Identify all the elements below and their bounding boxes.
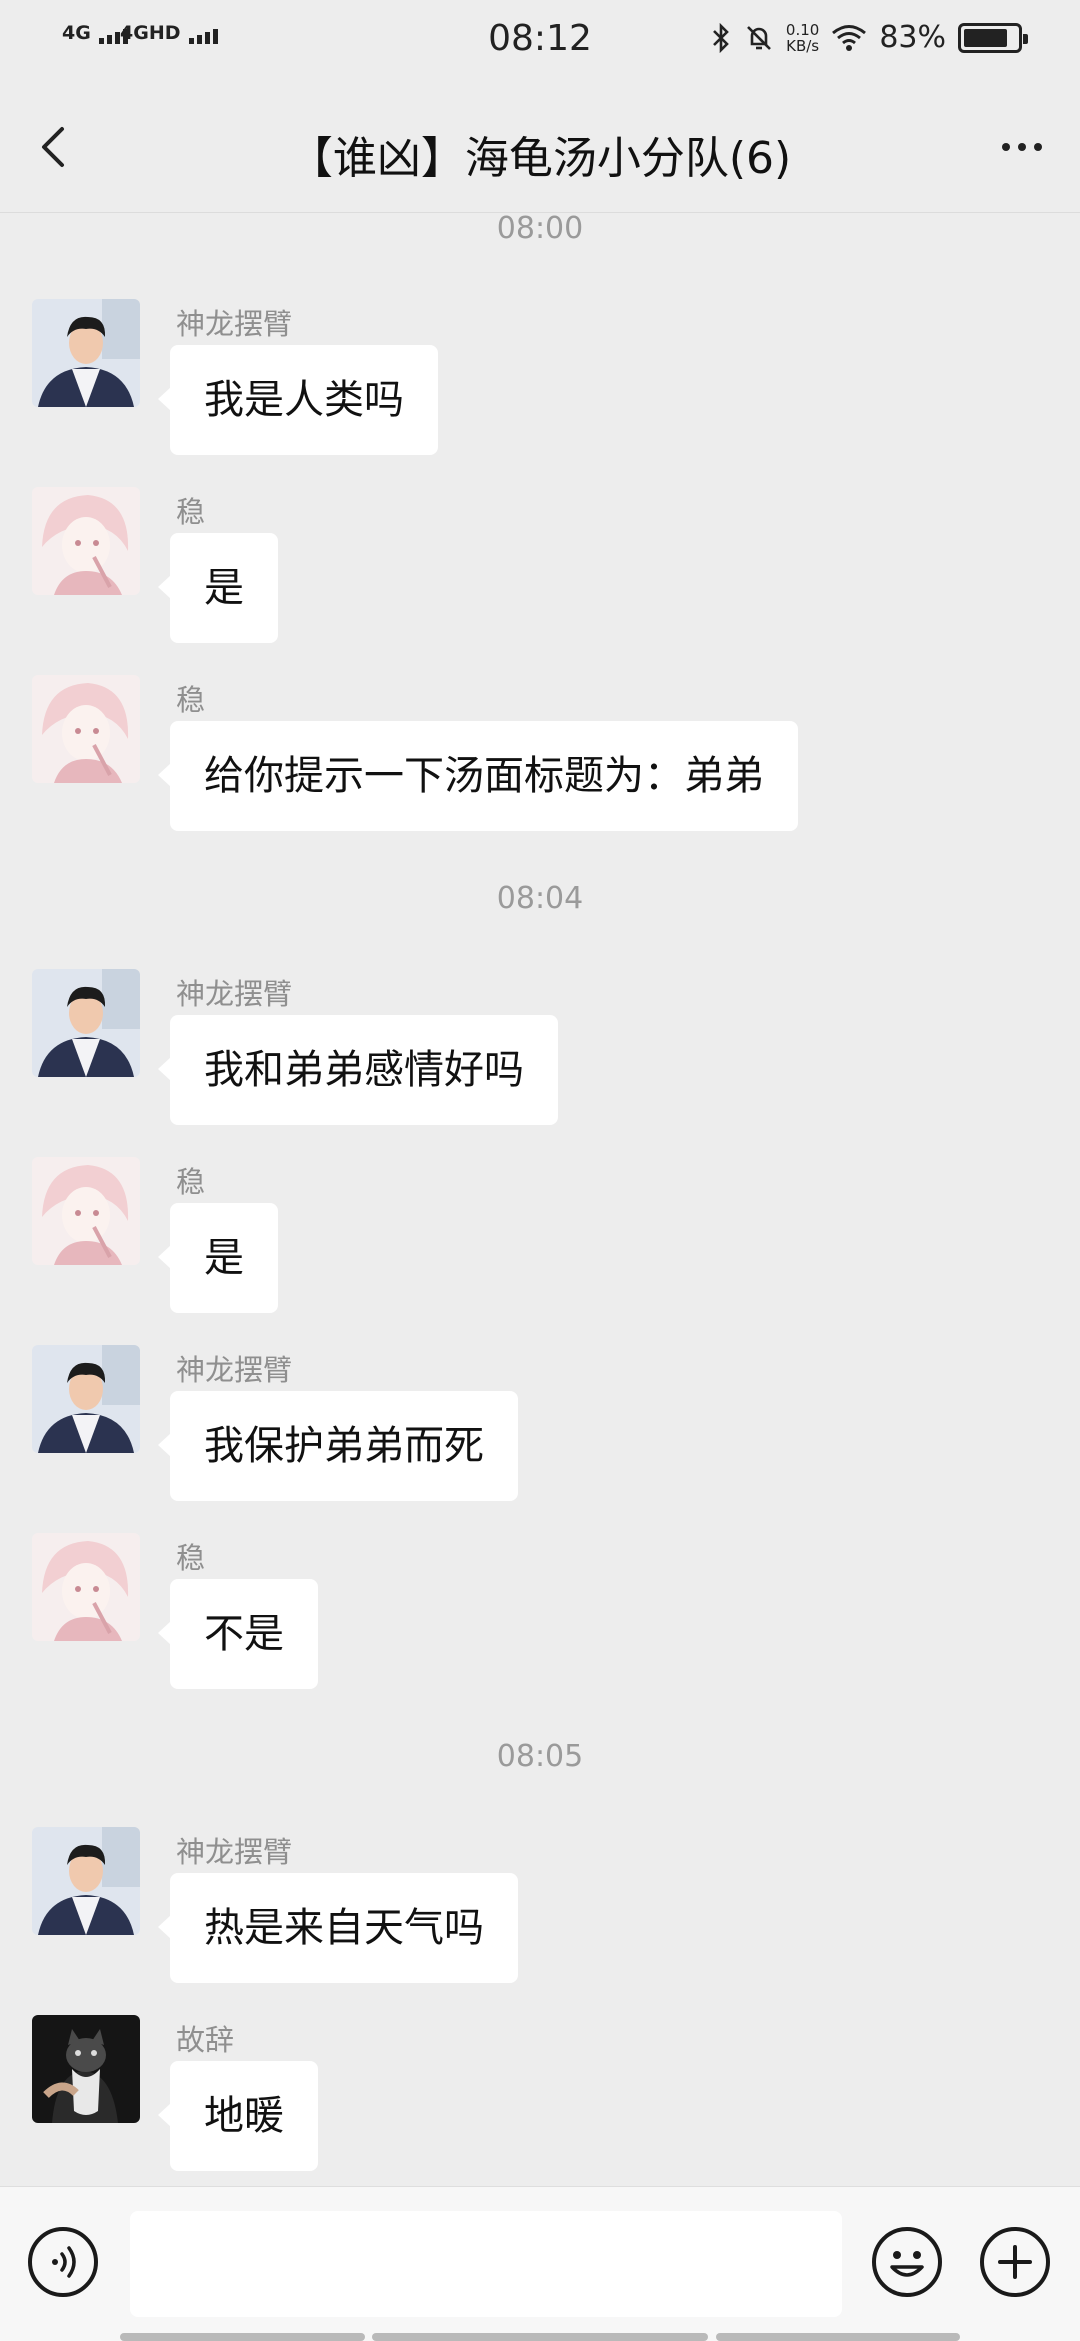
time-separator: 08:05 (496, 1739, 584, 1774)
message-bubble[interactable]: 我是人类吗 (158, 345, 438, 455)
anime-avatar-icon (32, 1533, 140, 1641)
man-avatar-icon (32, 299, 140, 407)
message-row: 故辞 地暖 (32, 2015, 1032, 2185)
anime-avatar-icon (32, 675, 140, 783)
anime-avatar-icon (32, 1157, 140, 1265)
status-bar: 4G 4GHD 08:12 0.10 KB/s 83% (0, 0, 1080, 82)
message-bubble[interactable]: 是 (158, 1203, 278, 1313)
message-input[interactable] (130, 2211, 842, 2317)
sender-name: 神龙摆臂 (176, 977, 293, 1011)
voice-icon (28, 2227, 98, 2297)
sender-name: 神龙摆臂 (176, 1835, 293, 1869)
man-avatar-icon (32, 969, 140, 1077)
avatar[interactable] (32, 1157, 140, 1265)
wifi-icon (832, 24, 867, 51)
message-row: 神龙摆臂 我和弟弟感情好吗 (32, 969, 1032, 1149)
avatar[interactable] (32, 2015, 140, 2123)
status-icons: 0.10 KB/s 83% (710, 20, 1028, 55)
sender-name: 稳 (176, 683, 206, 717)
avatar[interactable] (32, 487, 140, 595)
bluetooth-icon (712, 22, 729, 53)
avatar[interactable] (32, 675, 140, 783)
message-row: 神龙摆臂 我是人类吗 (32, 299, 1032, 479)
emoji-icon (872, 2227, 942, 2297)
speed-value: 0.10 (785, 20, 820, 39)
battery-icon (958, 22, 1028, 53)
more-button[interactable] (992, 117, 1052, 177)
mute-bell-icon (746, 25, 771, 50)
avatar[interactable] (32, 969, 140, 1077)
message-row: 稳 是 (32, 487, 1032, 667)
man-avatar-icon (32, 1345, 140, 1453)
sender-name: 稳 (176, 1165, 206, 1199)
avatar[interactable] (32, 1827, 140, 1935)
speed-unit: KB/s (786, 36, 820, 55)
message-row: 稳 给你提示一下汤面标题为：弟弟 (32, 675, 1032, 855)
time-separator: 08:00 (496, 213, 584, 246)
avatar[interactable] (32, 1533, 140, 1641)
chat-message-list[interactable]: 08:00 神龙摆臂 我是人类吗 稳 是 稳 给你提示一下汤面标题为：弟弟 08… (0, 213, 1080, 2185)
network-speed: 0.10 KB/s (786, 22, 819, 54)
sender-name: 神龙摆臂 (176, 1353, 293, 1387)
message-row: 稳 不是 (32, 1533, 1032, 1713)
chat-header: 【谁凶】海龟汤小分队(6) (0, 82, 1080, 213)
cat-avatar-icon (32, 2015, 140, 2123)
message-bubble[interactable]: 地暖 (158, 2061, 318, 2171)
avatar[interactable] (32, 299, 140, 407)
message-bubble[interactable]: 给你提示一下汤面标题为：弟弟 (158, 721, 798, 831)
message-row: 稳 是 (32, 1157, 1032, 1337)
message-bubble[interactable]: 是 (158, 533, 278, 643)
chat-input-bar (0, 2186, 1080, 2341)
message-bubble[interactable]: 不是 (158, 1579, 318, 1689)
emoji-button[interactable] (870, 2225, 944, 2299)
man-avatar-icon (32, 1827, 140, 1935)
message-bubble[interactable]: 我保护弟弟而死 (158, 1391, 518, 1501)
time-separator: 08:04 (496, 881, 584, 916)
more-options-button[interactable] (978, 2225, 1052, 2299)
message-bubble[interactable]: 我和弟弟感情好吗 (158, 1015, 558, 1125)
message-bubble[interactable]: 热是来自天气吗 (158, 1873, 518, 1983)
sender-name: 稳 (176, 495, 206, 529)
message-row: 神龙摆臂 热是来自天气吗 (32, 1827, 1032, 2007)
voice-button[interactable] (26, 2225, 100, 2299)
anime-avatar-icon (32, 487, 140, 595)
sender-name: 神龙摆臂 (176, 307, 293, 341)
chat-title: 【谁凶】海龟汤小分队(6) (288, 133, 792, 184)
battery-percent: 83% (879, 20, 946, 55)
battery-fill (964, 28, 1008, 47)
sender-name: 稳 (176, 1541, 206, 1575)
avatar[interactable] (32, 1345, 140, 1453)
message-row: 神龙摆臂 我保护弟弟而死 (32, 1345, 1032, 1525)
sender-name: 故辞 (176, 2023, 235, 2057)
plus-icon (980, 2227, 1050, 2297)
